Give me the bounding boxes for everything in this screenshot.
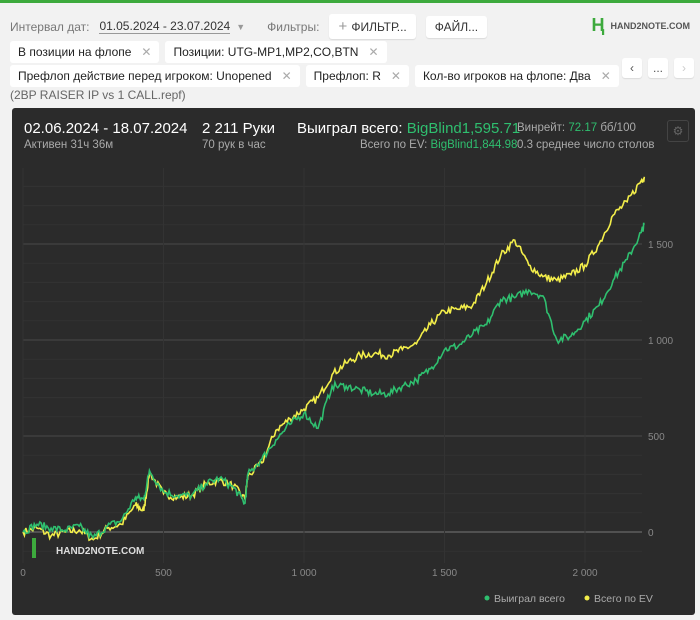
plus-icon: + — [338, 18, 352, 35]
chip-label: Кол-во игроков на флопе: Два — [422, 69, 591, 83]
chip-label: Префлоп: R — [313, 69, 381, 83]
filter-chip[interactable]: Префлоп: R ✕ — [305, 65, 409, 87]
chip-label: Префлоп действие перед игроком: Unopened — [18, 69, 272, 83]
legend-marker — [484, 595, 490, 601]
series-line — [22, 222, 645, 540]
profit-chart: 0 500 1 000 1 500 0 500 1 000 1 500 2 000 HAND2NO… — [20, 168, 673, 605]
watermark-logo: HAND2NOTE.COM — [56, 546, 144, 557]
top-accent-bar — [0, 0, 700, 3]
hand2note-logo: Ⱨ HAND2NOTE.COM — [591, 15, 690, 35]
results-panel: 02.06.2024 - 18.07.2024 Активен 31ч 36м … — [12, 108, 695, 615]
x-tick-label: 1 500 — [432, 568, 457, 579]
x-tick-label: 1 000 — [291, 568, 316, 579]
file-button[interactable]: ФАЙЛ... — [425, 15, 488, 38]
x-tick-label: 0 — [20, 568, 26, 579]
chip-label: В позиции на флопе — [18, 45, 132, 59]
add-filter-button[interactable]: + ФИЛЬТР... — [329, 14, 416, 39]
legend-label: Всего по EV — [594, 593, 653, 605]
logo-text: HAND2NOTE.COM — [610, 20, 690, 31]
series-line — [22, 176, 646, 542]
y-tick-label: 0 — [648, 528, 654, 539]
close-icon[interactable]: ✕ — [141, 45, 151, 59]
y-tick-label: 1 500 — [648, 240, 673, 251]
chevron-down-icon[interactable]: ▼ — [236, 22, 245, 32]
chip-navigation: ‹ ... › — [622, 58, 694, 78]
next-button[interactable]: › — [674, 58, 694, 78]
y-tick-label: 500 — [648, 432, 665, 443]
filter-chips-row-1: В позиции на флопе ✕ Позиции: UTG-MP1,MP2… — [10, 41, 387, 63]
filter-chip[interactable]: Кол-во игроков на флопе: Два ✕ — [414, 65, 619, 87]
close-icon[interactable]: ✕ — [391, 69, 401, 83]
filter-chip[interactable]: В позиции на флопе ✕ — [10, 41, 160, 63]
filters-bar: Интервал дат: 01.05.2024 - 23.07.2024 ▼ … — [10, 14, 488, 39]
x-tick-label: 2 000 — [572, 568, 597, 579]
filter-chip[interactable]: Позиции: UTG-MP1,MP2,CO,BTN ✕ — [165, 41, 387, 63]
date-label: Интервал дат: — [10, 19, 90, 34]
date-range-select[interactable]: 01.05.2024 - 23.07.2024 — [99, 19, 231, 34]
filter-chip[interactable]: Префлоп действие перед игроком: Unopened… — [10, 65, 300, 87]
chip-label: Позиции: UTG-MP1,MP2,CO,BTN — [173, 45, 359, 59]
filter-file-name: (2BP RAISER IP vs 1 CALL.repf) — [10, 88, 186, 102]
watermark-icon — [32, 538, 36, 558]
x-tick-label: 500 — [155, 568, 172, 579]
close-icon[interactable]: ✕ — [601, 69, 611, 83]
more-button[interactable]: ... — [648, 58, 668, 78]
y-tick-label: 1 000 — [648, 336, 673, 347]
close-icon[interactable]: ✕ — [282, 69, 292, 83]
filter-chips-row-2: Префлоп действие перед игроком: Unopened… — [10, 65, 619, 87]
legend-marker — [584, 595, 590, 601]
add-filter-label: ФИЛЬТР... — [351, 20, 407, 34]
close-icon[interactable]: ✕ — [368, 45, 378, 59]
filters-label: Фильтры: — [267, 19, 320, 34]
prev-button[interactable]: ‹ — [622, 58, 642, 78]
legend-label: Выиграл всего — [494, 593, 565, 605]
